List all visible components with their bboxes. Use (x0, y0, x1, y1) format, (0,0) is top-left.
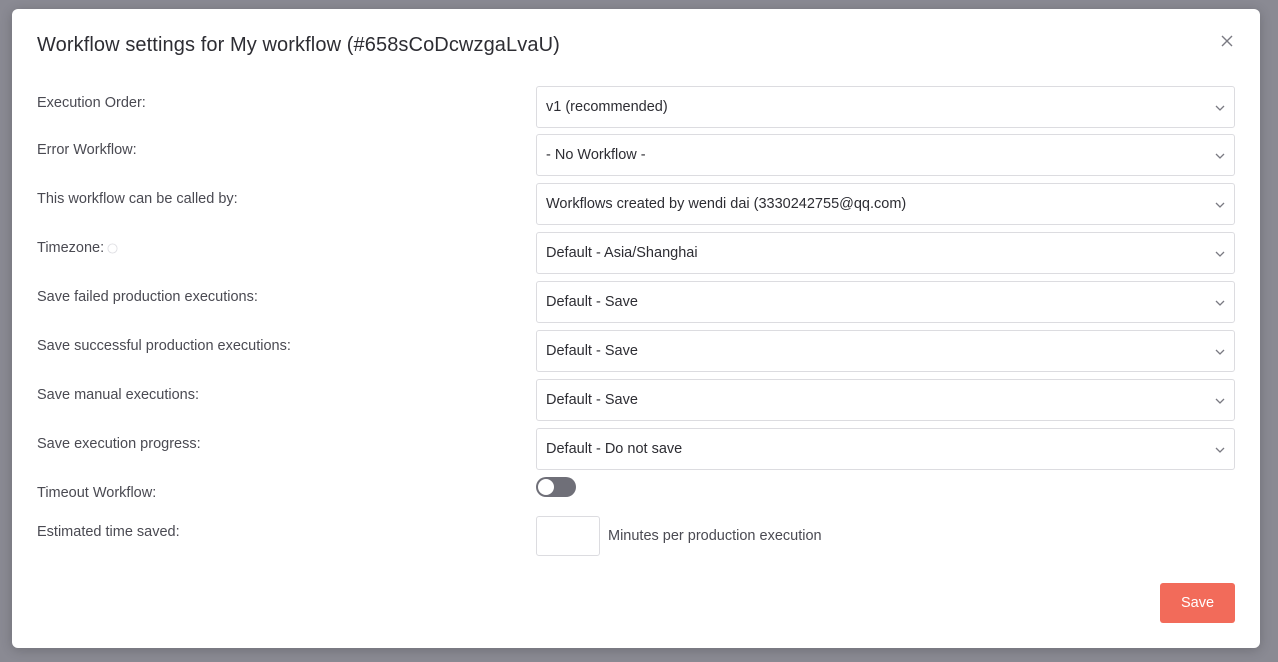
estimated-minutes-suffix: Minutes per production execution (608, 528, 822, 544)
save-failed-value: Default - Save (546, 294, 638, 310)
caller-policy-select[interactable]: Workflows created by wendi dai (33302427… (536, 183, 1235, 225)
chevron-down-icon (1215, 251, 1225, 257)
execution-order-select[interactable]: v1 (recommended) (536, 86, 1235, 128)
execution-order-value: v1 (recommended) (546, 99, 668, 115)
save-progress-label: Save execution progress: (37, 436, 201, 452)
save-progress-value: Default - Do not save (546, 441, 683, 457)
close-icon (1221, 35, 1233, 47)
chevron-down-icon (1215, 447, 1225, 453)
error-workflow-label: Error Workflow: (37, 142, 137, 158)
save-failed-select[interactable]: Default - Save (536, 281, 1235, 323)
timezone-value: Default - Asia/Shanghai (546, 245, 698, 261)
save-successful-select[interactable]: Default - Save (536, 330, 1235, 372)
timezone-label-text: Timezone: (37, 240, 105, 256)
chevron-down-icon (1215, 153, 1225, 159)
estimated-time-label: Estimated time saved: (37, 524, 180, 540)
error-workflow-select[interactable]: - No Workflow - (536, 134, 1235, 176)
chevron-down-icon (1215, 202, 1225, 208)
workflow-settings-modal: Workflow settings for My workflow (#658s… (12, 9, 1260, 648)
timeout-label: Timeout Workflow: (37, 485, 157, 501)
save-manual-value: Default - Save (546, 392, 638, 408)
close-button[interactable] (1217, 31, 1237, 51)
info-icon[interactable] (107, 243, 118, 254)
chevron-down-icon (1215, 105, 1225, 111)
save-failed-label: Save failed production executions: (37, 289, 258, 305)
caller-policy-label: This workflow can be called by: (37, 191, 238, 207)
timezone-label: Timezone: (37, 240, 118, 256)
chevron-down-icon (1215, 349, 1225, 355)
execution-order-label: Execution Order: (37, 95, 146, 111)
error-workflow-value: - No Workflow - (546, 147, 646, 163)
save-manual-select[interactable]: Default - Save (536, 379, 1235, 421)
save-manual-label: Save manual executions: (37, 387, 200, 403)
timezone-select[interactable]: Default - Asia/Shanghai (536, 232, 1235, 274)
save-progress-select[interactable]: Default - Do not save (536, 428, 1235, 470)
save-button[interactable]: Save (1160, 583, 1235, 623)
caller-policy-value: Workflows created by wendi dai (33302427… (546, 196, 907, 212)
chevron-down-icon (1215, 300, 1225, 306)
modal-title: Workflow settings for My workflow (#658s… (37, 34, 560, 56)
estimated-minutes-input[interactable] (536, 516, 600, 556)
chevron-down-icon (1215, 398, 1225, 404)
save-successful-value: Default - Save (546, 343, 638, 359)
timeout-toggle[interactable] (536, 477, 576, 497)
save-successful-label: Save successful production executions: (37, 338, 291, 354)
toggle-knob (538, 479, 554, 495)
